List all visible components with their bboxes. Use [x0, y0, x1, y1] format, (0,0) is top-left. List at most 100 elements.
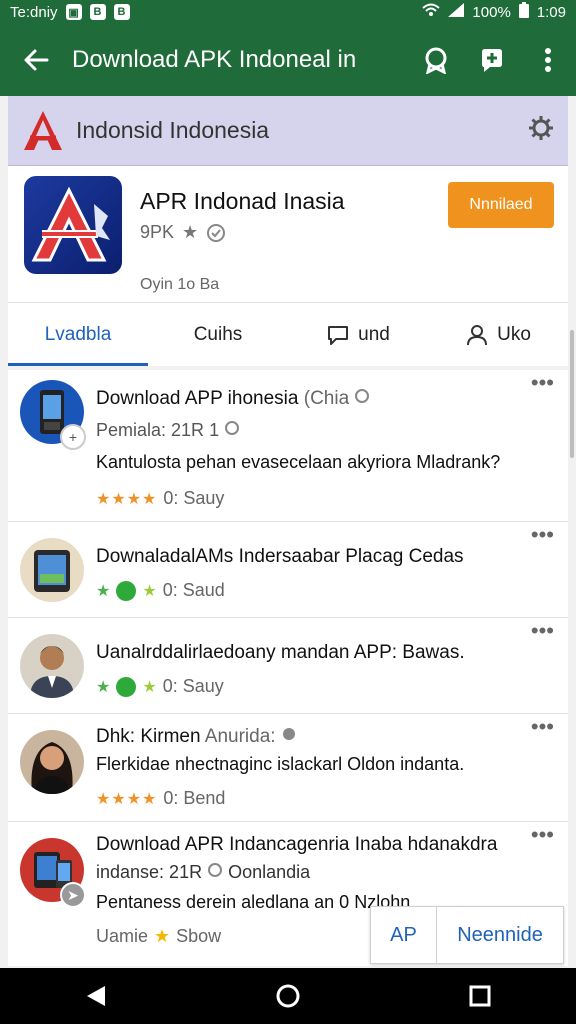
rating-stars-icon: ★★★★	[96, 490, 158, 508]
list-item[interactable]: + Download APP ihonesia (Chia Pemiala: 2…	[8, 370, 568, 522]
clock: 1:09	[536, 3, 566, 21]
app-type: 9PK	[140, 222, 175, 242]
more-icon[interactable]: •••	[531, 824, 554, 846]
more-icon[interactable]: •••	[531, 372, 554, 394]
star-icon: ★	[142, 678, 157, 696]
person-icon	[467, 324, 488, 345]
verified-icon	[207, 223, 226, 242]
review-title: Download APP ihonesia	[96, 388, 299, 409]
badge-action-button[interactable]	[408, 24, 464, 96]
tab-label: Uko	[497, 323, 531, 345]
nav-back-icon	[87, 986, 105, 1006]
store-logo-icon	[24, 110, 62, 150]
rating-suffix: Sbow	[176, 926, 222, 946]
rating-stars-icon: ★★★★	[96, 790, 158, 808]
review-desc: Pentaness derein aledlana an 0 Nzlohn	[96, 892, 411, 912]
star-icon: ★	[96, 582, 111, 600]
recommended-chip-button[interactable]: Neennide	[437, 907, 563, 963]
battery-text: 100%	[472, 3, 511, 21]
gear-icon	[529, 116, 553, 140]
app-bar: Download APK Indoneal in	[0, 24, 576, 96]
green-dot-icon	[116, 580, 137, 601]
tab-profile[interactable]: Uko	[428, 303, 568, 366]
review-title: Download APR Indancagenria Inaba hdanakd…	[96, 834, 498, 855]
settings-button[interactable]	[528, 115, 554, 146]
nav-home-icon	[276, 984, 300, 1008]
star-icon: ★	[96, 678, 111, 696]
rating-text: 0: Sauy	[163, 488, 225, 508]
status-text: Te:dniy	[10, 3, 58, 21]
verified-icon	[282, 728, 295, 740]
list-item[interactable]: Uanalrddalirlaedoany mandan APP: Bawas. …	[8, 618, 568, 714]
star-icon: ★	[182, 222, 199, 242]
app-info-card: APR Indonad Inasia 9PK ★ Oyin 1o Ba Nnni…	[8, 166, 568, 366]
app-subtitle: Oyin 1o Ba	[140, 276, 220, 293]
b-icon: B	[113, 4, 130, 20]
more-vert-icon	[545, 48, 551, 72]
back-arrow-icon	[24, 49, 49, 71]
overflow-menu-button[interactable]	[520, 24, 576, 96]
app-name: APR Indonad Inasia	[140, 188, 345, 214]
review-title: DownaladalAMs Indersaabar Placag Cedas	[96, 546, 464, 567]
list-item[interactable]: DownaladalAMs Indersaabar Placag Cedas ★…	[8, 522, 568, 618]
review-title-suffix: Anurida:	[204, 726, 276, 747]
tab-reviews[interactable]: Cuihs	[148, 303, 288, 366]
apk-chip-button[interactable]: AP	[371, 907, 437, 963]
more-icon[interactable]: •••	[531, 620, 554, 642]
avatar	[20, 634, 84, 698]
scrollbar[interactable]	[570, 330, 574, 458]
back-button[interactable]	[0, 24, 72, 96]
more-icon[interactable]: •••	[531, 524, 554, 546]
page-title: Download APK Indoneal in	[72, 46, 357, 73]
tab-chat[interactable]: und	[288, 303, 428, 366]
review-desc: Flerkidae nhectnaginc islackarl Oldon in…	[96, 754, 465, 774]
green-dot-icon	[116, 676, 137, 697]
review-title: Uanalrddalirlaedoany mandan APP: Bawas.	[96, 642, 465, 663]
add-action-button[interactable]	[464, 24, 520, 96]
rating-text: 0: Saud	[162, 580, 225, 600]
b-icon: B	[89, 4, 106, 20]
review-meta-suffix: Oonlandia	[228, 862, 311, 882]
app-meta: 9PK ★	[140, 222, 226, 243]
add-icon	[482, 49, 502, 72]
status-bar: Te:dniy ▣ B B 100% 1:09	[0, 0, 576, 24]
share-badge-icon: ➤	[60, 882, 86, 908]
app-icon	[24, 176, 122, 274]
tab-bar: Lvadbla Cuihs und Uko	[8, 303, 568, 366]
verified-icon	[355, 389, 370, 403]
review-meta: indanse: 21R	[96, 862, 203, 882]
store-header: Indonsid Indonesia	[8, 96, 568, 166]
install-button[interactable]: Nnnilaed	[448, 182, 554, 228]
rating-text: 0: Sauy	[162, 676, 224, 696]
verified-icon	[225, 421, 240, 435]
nav-back-button[interactable]	[66, 968, 126, 1024]
wifi-icon	[422, 3, 441, 21]
review-meta: Pemiala: 21R	[96, 420, 205, 440]
verified-icon	[208, 863, 223, 877]
review-meta-suffix: 1	[209, 420, 220, 440]
tab-details[interactable]: Lvadbla	[8, 303, 148, 366]
floating-actions: AP Neennide	[370, 906, 564, 964]
review-desc: Kantulosta pehan evasecelaan akyriora Ml…	[96, 452, 501, 472]
rating-text: 0: Bend	[163, 788, 226, 808]
nav-home-button[interactable]	[258, 968, 318, 1024]
star-icon: ★	[142, 582, 157, 600]
signal-icon	[448, 3, 465, 21]
nav-recents-icon	[469, 985, 491, 1007]
rating-text: Uamie	[96, 926, 149, 946]
review-title: Dhk: Kirmen	[96, 726, 201, 747]
plus-badge-icon: +	[60, 424, 86, 450]
badge-icon	[425, 47, 447, 74]
avatar	[20, 538, 84, 602]
battery-icon	[518, 2, 529, 22]
avatar	[20, 730, 84, 794]
more-icon[interactable]: •••	[531, 716, 554, 738]
store-title: Indonsid Indonesia	[76, 117, 270, 143]
star-icon: ★	[154, 926, 171, 946]
tab-label: und	[358, 323, 390, 345]
tab-label: Lvadbla	[44, 323, 112, 345]
tab-label: Cuihs	[193, 323, 243, 345]
list-item[interactable]: Dhk: Kirmen Anurida: Flerkidae nhectnagi…	[8, 714, 568, 822]
nav-recents-button[interactable]	[450, 968, 510, 1024]
review-title-suffix: (Chia	[303, 388, 350, 409]
